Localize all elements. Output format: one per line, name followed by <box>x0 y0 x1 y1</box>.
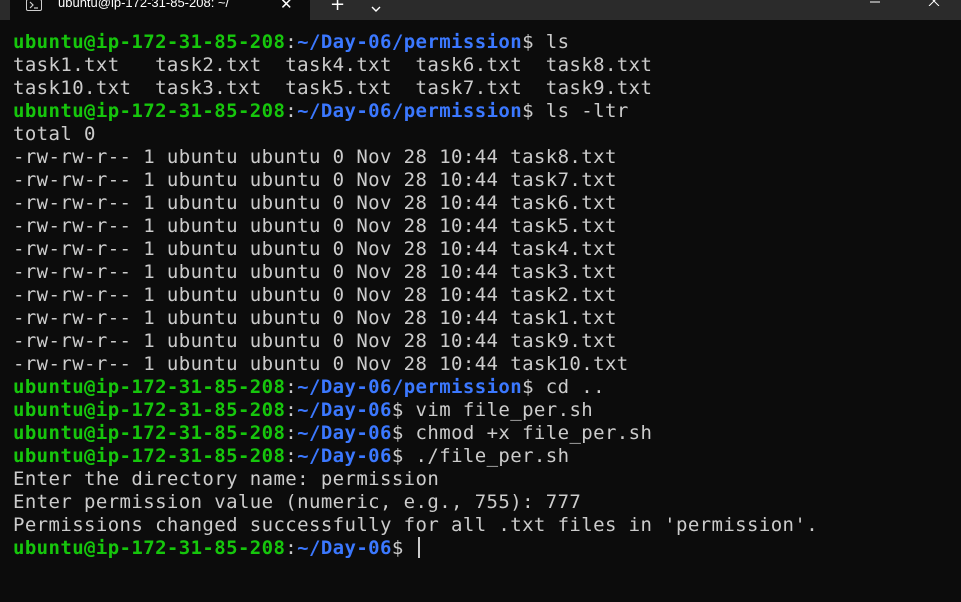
prompt-path: ~/Day-06 <box>297 399 392 421</box>
output-line: total 0 <box>13 123 818 146</box>
output-line: -rw-rw-r-- 1 ubuntu ubuntu 0 Nov 28 10:4… <box>13 307 818 330</box>
output-text: task10.txt task3.txt task5.txt task7.txt… <box>13 77 653 99</box>
output-line: -rw-rw-r-- 1 ubuntu ubuntu 0 Nov 28 10:4… <box>13 169 818 192</box>
output-text: total 0 <box>13 123 96 145</box>
prompt-separator: : <box>285 376 298 398</box>
output-text: -rw-rw-r-- 1 ubuntu ubuntu 0 Nov 28 10:4… <box>13 330 617 352</box>
text-cursor <box>417 537 420 558</box>
prompt-separator: : <box>285 31 298 53</box>
output-text: -rw-rw-r-- 1 ubuntu ubuntu 0 Nov 28 10:4… <box>13 284 617 306</box>
close-icon[interactable]: ✕ <box>280 0 293 13</box>
terminal-icon <box>26 0 42 11</box>
output-text: task1.txt task2.txt task4.txt task6.txt … <box>13 54 653 76</box>
prompt-user: ubuntu@ip-172-31-85-208 <box>13 445 286 467</box>
output-text: -rw-rw-r-- 1 ubuntu ubuntu 0 Nov 28 10:4… <box>13 169 617 191</box>
output-line: -rw-rw-r-- 1 ubuntu ubuntu 0 Nov 28 10:4… <box>13 284 818 307</box>
prompt-user: ubuntu@ip-172-31-85-208 <box>13 399 286 421</box>
output-text: -rw-rw-r-- 1 ubuntu ubuntu 0 Nov 28 10:4… <box>13 215 617 237</box>
prompt-symbol: $ <box>391 537 416 559</box>
title-bar: ubuntu@ip-172-31-85-208: ~/ ✕ + <box>0 0 961 20</box>
prompt-separator: : <box>285 399 298 421</box>
prompt-symbol: $ <box>391 399 416 421</box>
command-text: ls <box>545 31 570 53</box>
prompt-user: ubuntu@ip-172-31-85-208 <box>13 537 286 559</box>
prompt-separator: : <box>285 537 298 559</box>
output-line: -rw-rw-r-- 1 ubuntu ubuntu 0 Nov 28 10:4… <box>13 146 818 169</box>
prompt-line: ubuntu@ip-172-31-85-208:~/Day-06/permiss… <box>13 376 818 399</box>
prompt-line: ubuntu@ip-172-31-85-208:~/Day-06/permiss… <box>13 31 818 54</box>
output-line: Permissions changed successfully for all… <box>13 514 818 537</box>
output-line: -rw-rw-r-- 1 ubuntu ubuntu 0 Nov 28 10:4… <box>13 261 818 284</box>
prompt-path: ~/Day-06/permission <box>297 31 523 53</box>
prompt-line: ubuntu@ip-172-31-85-208:~/Day-06$ vim fi… <box>13 399 818 422</box>
prompt-line: ubuntu@ip-172-31-85-208:~/Day-06$ <box>13 537 818 560</box>
output-text: -rw-rw-r-- 1 ubuntu ubuntu 0 Nov 28 10:4… <box>13 307 617 329</box>
chevron-down-icon[interactable] <box>370 0 382 19</box>
prompt-separator: : <box>285 100 298 122</box>
output-line: -rw-rw-r-- 1 ubuntu ubuntu 0 Nov 28 10:4… <box>13 192 818 215</box>
prompt-path: ~/Day-06/permission <box>297 376 523 398</box>
prompt-symbol: $ <box>522 100 546 122</box>
output-text: -rw-rw-r-- 1 ubuntu ubuntu 0 Nov 28 10:4… <box>13 261 617 283</box>
output-line: Enter permission value (numeric, e.g., 7… <box>13 491 818 514</box>
output-line: task10.txt task3.txt task5.txt task7.txt… <box>13 77 818 100</box>
output-text: -rw-rw-r-- 1 ubuntu ubuntu 0 Nov 28 10:4… <box>13 146 617 168</box>
command-text: vim file_per.sh <box>415 399 594 421</box>
prompt-symbol: $ <box>522 31 546 53</box>
terminal-output[interactable]: ubuntu@ip-172-31-85-208:~/Day-06/permiss… <box>13 31 818 560</box>
prompt-user: ubuntu@ip-172-31-85-208 <box>13 100 286 122</box>
prompt-user: ubuntu@ip-172-31-85-208 <box>13 31 286 53</box>
prompt-separator: : <box>285 445 298 467</box>
command-text: ls -ltr <box>545 100 629 122</box>
output-text: -rw-rw-r-- 1 ubuntu ubuntu 0 Nov 28 10:4… <box>13 192 617 214</box>
prompt-separator: : <box>285 422 298 444</box>
prompt-path: ~/Day-06 <box>297 537 392 559</box>
output-text: Enter the directory name: permission <box>13 468 440 490</box>
command-text: chmod +x file_per.sh <box>415 422 653 444</box>
prompt-symbol: $ <box>522 376 546 398</box>
prompt-line: ubuntu@ip-172-31-85-208:~/Day-06/permiss… <box>13 100 818 123</box>
output-line: -rw-rw-r-- 1 ubuntu ubuntu 0 Nov 28 10:4… <box>13 330 818 353</box>
scrollbar[interactable] <box>953 20 961 602</box>
minimize-icon[interactable] <box>851 0 897 20</box>
output-line: task1.txt task2.txt task4.txt task6.txt … <box>13 54 818 77</box>
plus-icon[interactable]: + <box>330 0 345 15</box>
prompt-path: ~/Day-06/permission <box>297 100 523 122</box>
tab-title: ubuntu@ip-172-31-85-208: ~/ <box>58 0 230 10</box>
output-text: Permissions changed successfully for all… <box>13 514 819 536</box>
output-line: -rw-rw-r-- 1 ubuntu ubuntu 0 Nov 28 10:4… <box>13 238 818 261</box>
close-window-icon[interactable] <box>910 0 956 20</box>
prompt-path: ~/Day-06 <box>297 445 392 467</box>
prompt-user: ubuntu@ip-172-31-85-208 <box>13 376 286 398</box>
prompt-user: ubuntu@ip-172-31-85-208 <box>13 422 286 444</box>
output-line: Enter the directory name: permission <box>13 468 818 491</box>
output-text: -rw-rw-r-- 1 ubuntu ubuntu 0 Nov 28 10:4… <box>13 353 629 375</box>
command-text: ./file_per.sh <box>415 445 570 467</box>
output-line: -rw-rw-r-- 1 ubuntu ubuntu 0 Nov 28 10:4… <box>13 353 818 376</box>
prompt-symbol: $ <box>391 445 416 467</box>
command-text: cd .. <box>545 376 605 398</box>
prompt-line: ubuntu@ip-172-31-85-208:~/Day-06$ chmod … <box>13 422 818 445</box>
prompt-path: ~/Day-06 <box>297 422 392 444</box>
prompt-symbol: $ <box>391 422 416 444</box>
output-line: -rw-rw-r-- 1 ubuntu ubuntu 0 Nov 28 10:4… <box>13 215 818 238</box>
output-text: -rw-rw-r-- 1 ubuntu ubuntu 0 Nov 28 10:4… <box>13 238 617 260</box>
terminal-tab[interactable]: ubuntu@ip-172-31-85-208: ~/ ✕ <box>10 0 310 20</box>
output-text: Enter permission value (numeric, e.g., 7… <box>13 491 582 513</box>
prompt-line: ubuntu@ip-172-31-85-208:~/Day-06$ ./file… <box>13 445 818 468</box>
